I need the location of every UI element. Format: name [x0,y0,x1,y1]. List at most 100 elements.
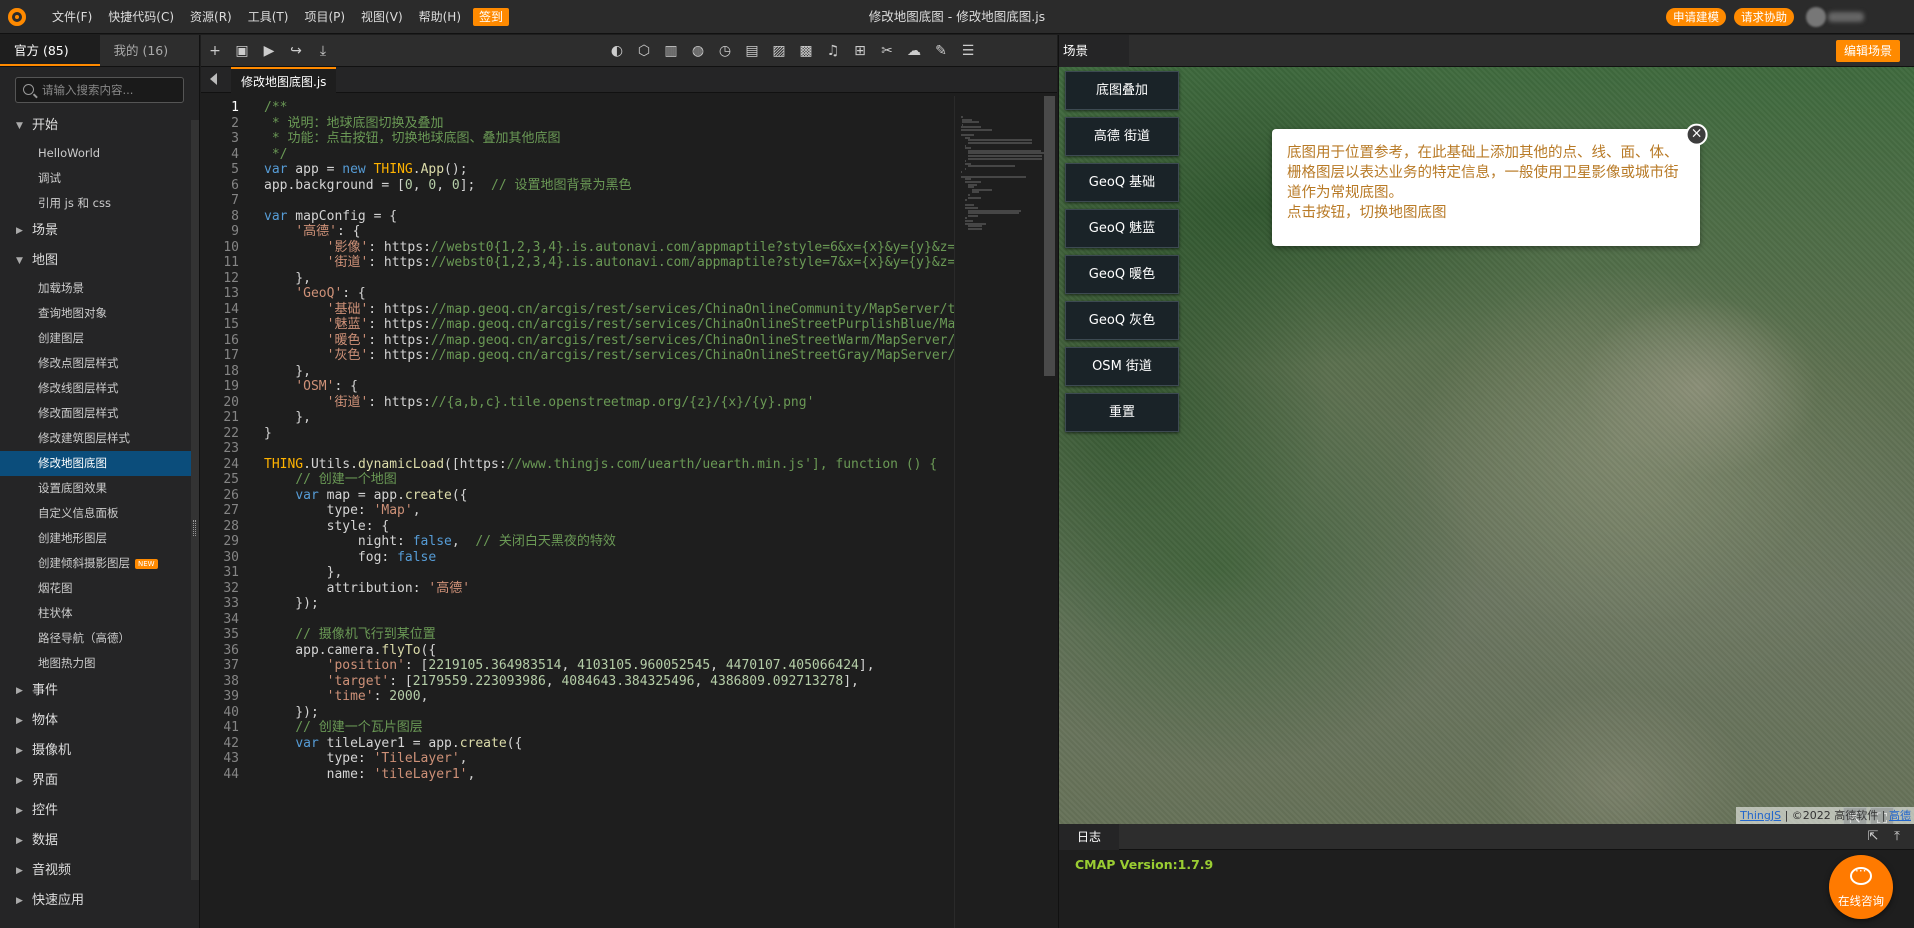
tree-item[interactable]: 查询地图对象 [0,301,199,326]
menu-item[interactable]: 视图(V) [353,0,411,34]
panel-icon[interactable]: ▤ [744,43,760,59]
chevron-right-icon: ▶ [16,836,23,846]
tree-item[interactable]: 修改建筑图层样式 [0,426,199,451]
tree-item[interactable]: 创建图层 [0,326,199,351]
request-help-button[interactable]: 请求协助 [1734,8,1794,26]
menu-bar: 文件(F) 快捷代码(C) 资源(R) 工具(T) 项目(P) 视图(V) 帮助(H) 签到 … [0,0,1914,34]
tree-item-label: 修改线图层样式 [38,381,119,395]
tree-item[interactable]: 修改面图层样式 [0,401,199,426]
example-tree: ▼ 开始 HelloWorld 调试 引用 js 和 css ▶ 场景 ▼ 地图 加载场景 查询地图… [0,111,199,916]
share-icon[interactable]: ↪ [288,43,304,59]
tree-item[interactable]: 地图热力图 [0,651,199,676]
tree-item[interactable]: 创建地形图层 [0,526,199,551]
tree-group[interactable]: ▼ 地图 [0,246,199,276]
online-consult-button[interactable]: 在线咨询 [1829,855,1893,919]
map-switch-button[interactable]: GeoQ 魅蓝 [1065,209,1179,248]
tree-item-label: 修改面图层样式 [38,406,119,420]
tab-log[interactable]: 日志 [1059,824,1119,850]
cloud-icon[interactable]: ☁ [906,43,922,59]
tab-mine[interactable]: 我的 (16) [99,35,199,66]
tree-group-label: 开始 [32,118,59,133]
tree-group[interactable]: ▼ 开始 [0,111,199,141]
tree-item[interactable]: 设置底图效果 [0,476,199,501]
globe-icon[interactable]: ◍ [690,43,706,59]
cube-icon[interactable]: ⬡ [636,43,652,59]
sidebar-scrollbar[interactable] [191,120,199,880]
tree-item[interactable]: 修改点图层样式 [0,351,199,376]
tab-file[interactable]: 修改地图底图.js [231,67,337,93]
tree-group[interactable]: ▶ 场景 [0,216,199,246]
tree-item[interactable]: 调试 [0,166,199,191]
chevron-down-icon: ▼ [16,121,23,131]
map-switch-button[interactable]: GeoQ 基础 [1065,163,1179,202]
tree-group[interactable]: ▶ 音视频 [0,856,199,886]
code-area[interactable]: 1/** 2 * 说明：地球底图切换及叠加 3 * 功能：点击按钮，切换地球底图、叠… [201,96,954,928]
tree-group[interactable]: ▶ 物体 [0,706,199,736]
tree-item[interactable]: 烟花图 [0,576,199,601]
thingjs-link[interactable]: ThingJS [1740,809,1781,822]
widget-icon[interactable]: ⊞ [852,43,868,59]
map-switch-button[interactable]: OSM 街道 [1065,347,1179,386]
sidebar-resize-handle[interactable] [193,520,196,536]
editor-scrollbar[interactable] [1044,96,1055,376]
tree-group[interactable]: ▶ 控件 [0,796,199,826]
close-icon[interactable]: × [1685,123,1708,146]
tree-item[interactable]: 自定义信息面板 [0,501,199,526]
map-switch-button[interactable]: GeoQ 灰色 [1065,301,1179,340]
search-input[interactable] [42,81,182,99]
tree-group[interactable]: ▶ 数据 [0,826,199,856]
settings-icon[interactable]: ☰ [960,43,976,59]
theme-icon[interactable]: ◐ [609,43,625,59]
editor-tabs: 修改地图底图.js [201,67,1057,93]
menu-item[interactable]: 快捷代码(C) [100,0,182,34]
map-switch-button[interactable]: 高德 街道 [1065,117,1179,156]
clock-icon[interactable]: ◷ [717,43,733,59]
notes-icon[interactable]: ✎ [933,43,949,59]
tree-item[interactable]: HelloWorld [0,141,199,166]
collapse-arrow-icon[interactable] [210,73,217,85]
picture-icon[interactable]: ▩ [798,43,814,59]
download-icon[interactable]: ⤓ [315,43,331,59]
building-icon[interactable]: ▥ [663,43,679,59]
tab-official[interactable]: 官方 (85) [0,35,100,66]
upload-icon[interactable]: ⤒ [1889,829,1905,845]
tree-group[interactable]: ▶ 事件 [0,676,199,706]
tree-item[interactable]: 引用 js 和 css [0,191,199,216]
export-icon[interactable]: ⇱ [1865,829,1881,845]
menu-item[interactable]: 帮助(H) [411,0,469,34]
tree-group-label: 地图 [32,253,59,268]
tree-item[interactable]: 修改线图层样式 [0,376,199,401]
run-icon[interactable]: ▶ [261,43,277,59]
tree-item[interactable]: 创建倾斜摄影图层 NEW [0,551,199,576]
image-icon[interactable]: ▨ [771,43,787,59]
search-box[interactable] [15,77,184,103]
music-icon[interactable]: ♫ [825,43,841,59]
tree-item[interactable]: 路径导航（高德） [0,626,199,651]
user-avatar[interactable] [1806,7,1826,27]
info-hint: 点击按钮，切换地图底图 [1287,205,1447,221]
map-switch-button[interactable]: 底图叠加 [1065,71,1179,110]
tools-icon[interactable]: ✂ [879,43,895,59]
user-name[interactable] [1828,12,1864,22]
edit-scene-button[interactable]: 编辑场景 [1835,40,1900,62]
menu-item[interactable]: 项目(P) [296,0,353,34]
menu-item[interactable]: 文件(F) [44,0,100,34]
checkin-button[interactable]: 签到 [473,8,510,26]
map-switch-button[interactable]: GeoQ 暖色 [1065,255,1179,294]
amap-link[interactable]: 高德 [1889,809,1911,822]
minimap[interactable] [954,96,1045,928]
tree-group[interactable]: ▶ 快速应用 [0,886,199,916]
save-icon[interactable]: ▣ [234,43,250,59]
apply-modeling-button[interactable]: 申请建模 [1666,8,1726,26]
map-viewport[interactable]: 底图叠加高德 街道 GeoQ 基础 GeoQ 魅蓝 GeoQ 暖色 GeoQ 灰色 OSM… [1059,67,1914,824]
tree-item[interactable]: 加载场景 [0,276,199,301]
menu-item[interactable]: 资源(R) [182,0,240,34]
tree-group[interactable]: ▶ 界面 [0,766,199,796]
tree-item[interactable]: 修改地图底图 [0,451,199,476]
chevron-right-icon: ▶ [16,716,23,726]
tree-item[interactable]: 柱状体 [0,601,199,626]
map-switch-button[interactable]: 重置 [1065,393,1179,432]
menu-item[interactable]: 工具(T) [240,0,297,34]
add-icon[interactable]: + [207,43,223,59]
tree-group[interactable]: ▶ 摄像机 [0,736,199,766]
